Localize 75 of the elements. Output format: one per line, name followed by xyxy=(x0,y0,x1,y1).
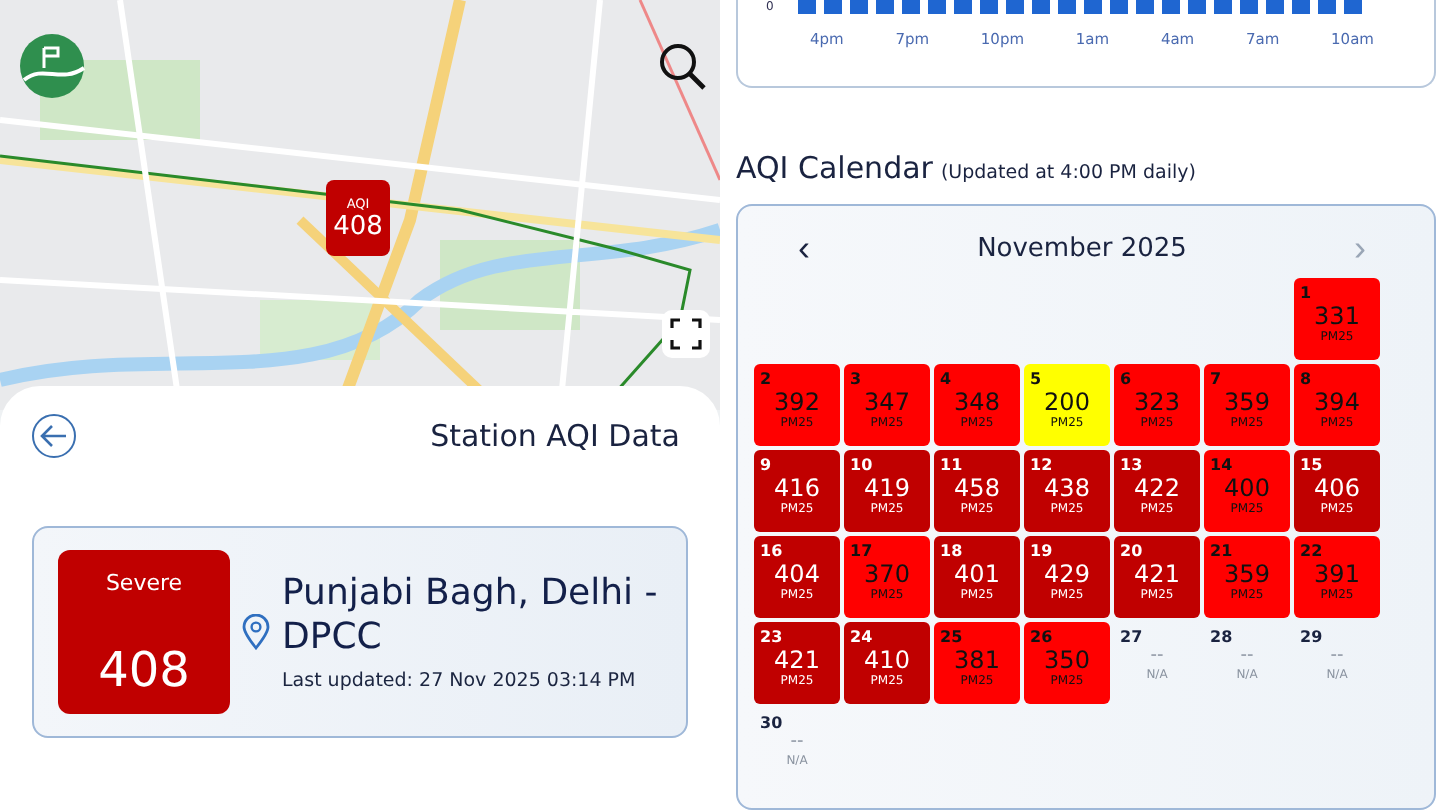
day-aqi: 410 xyxy=(864,648,910,675)
day-aqi: 404 xyxy=(774,562,820,589)
last-updated: Last updated: 27 Nov 2025 03:14 PM xyxy=(282,670,638,693)
day-number: 23 xyxy=(760,628,783,646)
day-aqi: 331 xyxy=(1314,304,1360,331)
day-aqi: 391 xyxy=(1314,562,1360,589)
day-aqi: 421 xyxy=(1134,562,1180,589)
day-aqi: 401 xyxy=(954,562,1000,589)
day-aqi: 359 xyxy=(1224,390,1270,417)
day-number: 16 xyxy=(760,542,783,560)
day-number: 25 xyxy=(940,628,963,646)
day-number: 12 xyxy=(1030,456,1053,474)
previous-month-button[interactable]: ‹ xyxy=(790,230,818,266)
day-aqi: 394 xyxy=(1314,390,1360,417)
day-number: 2 xyxy=(760,370,772,388)
fullscreen-icon[interactable] xyxy=(662,310,710,358)
day-number: 29 xyxy=(1300,628,1323,646)
day-aqi: 392 xyxy=(774,390,820,417)
day-number: 18 xyxy=(940,542,963,560)
app-logo-icon[interactable] xyxy=(16,32,88,100)
calendar-title: AQI Calendar xyxy=(736,150,933,186)
day-aqi: 347 xyxy=(864,390,910,417)
month-label: November 2025 xyxy=(977,233,1187,263)
aqi-value: 408 xyxy=(98,642,190,698)
day-number: 4 xyxy=(940,370,952,388)
day-number: 9 xyxy=(760,456,772,474)
day-aqi: 348 xyxy=(954,390,1000,417)
day-aqi: 421 xyxy=(774,648,820,675)
day-number: 20 xyxy=(1120,542,1143,560)
day-aqi: 381 xyxy=(954,648,1000,675)
day-number: 10 xyxy=(850,456,873,474)
day-aqi: 200 xyxy=(1044,390,1090,417)
back-arrow-icon xyxy=(40,424,68,448)
day-aqi: -- xyxy=(1150,648,1164,668)
day-number: 3 xyxy=(850,370,862,388)
day-aqi: -- xyxy=(1330,648,1344,668)
day-number: 17 xyxy=(850,542,873,560)
day-number: 13 xyxy=(1120,456,1143,474)
station-name: Punjabi Bagh, Delhi - DPCC xyxy=(282,571,660,659)
day-number: 24 xyxy=(850,628,873,646)
back-button[interactable] xyxy=(32,414,76,458)
search-icon[interactable] xyxy=(656,40,708,92)
day-aqi: 438 xyxy=(1044,476,1090,503)
day-aqi: 400 xyxy=(1224,476,1270,503)
day-aqi: 350 xyxy=(1044,648,1090,675)
day-number: 11 xyxy=(940,456,963,474)
day-aqi: 359 xyxy=(1224,562,1270,589)
day-aqi: 422 xyxy=(1134,476,1180,503)
day-number: 27 xyxy=(1120,628,1143,646)
day-number: 21 xyxy=(1210,542,1233,560)
screen-title: Station AQI Data xyxy=(430,418,680,454)
day-number: 5 xyxy=(1030,370,1042,388)
day-number: 7 xyxy=(1210,370,1222,388)
day-aqi: 323 xyxy=(1134,390,1180,417)
day-number: 26 xyxy=(1030,628,1053,646)
day-aqi: 429 xyxy=(1044,562,1090,589)
day-number: 6 xyxy=(1120,370,1132,388)
day-aqi: -- xyxy=(1240,648,1254,668)
day-number: 30 xyxy=(760,714,783,732)
aqi-category: Severe xyxy=(105,570,183,596)
day-aqi: 419 xyxy=(864,476,910,503)
day-aqi: 416 xyxy=(774,476,820,503)
day-number: 14 xyxy=(1210,456,1233,474)
day-number: 15 xyxy=(1300,456,1323,474)
day-number: 28 xyxy=(1210,628,1233,646)
day-number: 19 xyxy=(1030,542,1053,560)
day-number: 8 xyxy=(1300,370,1312,388)
day-number: 1 xyxy=(1300,284,1312,302)
day-aqi: 370 xyxy=(864,562,910,589)
calendar-note: (Updated at 4:00 PM daily) xyxy=(940,162,1196,184)
day-aqi: 406 xyxy=(1314,476,1360,503)
day-number: 22 xyxy=(1300,542,1323,560)
day-aqi: -- xyxy=(790,734,804,754)
location-pin-icon xyxy=(242,614,270,650)
day-aqi: 458 xyxy=(954,476,1000,503)
